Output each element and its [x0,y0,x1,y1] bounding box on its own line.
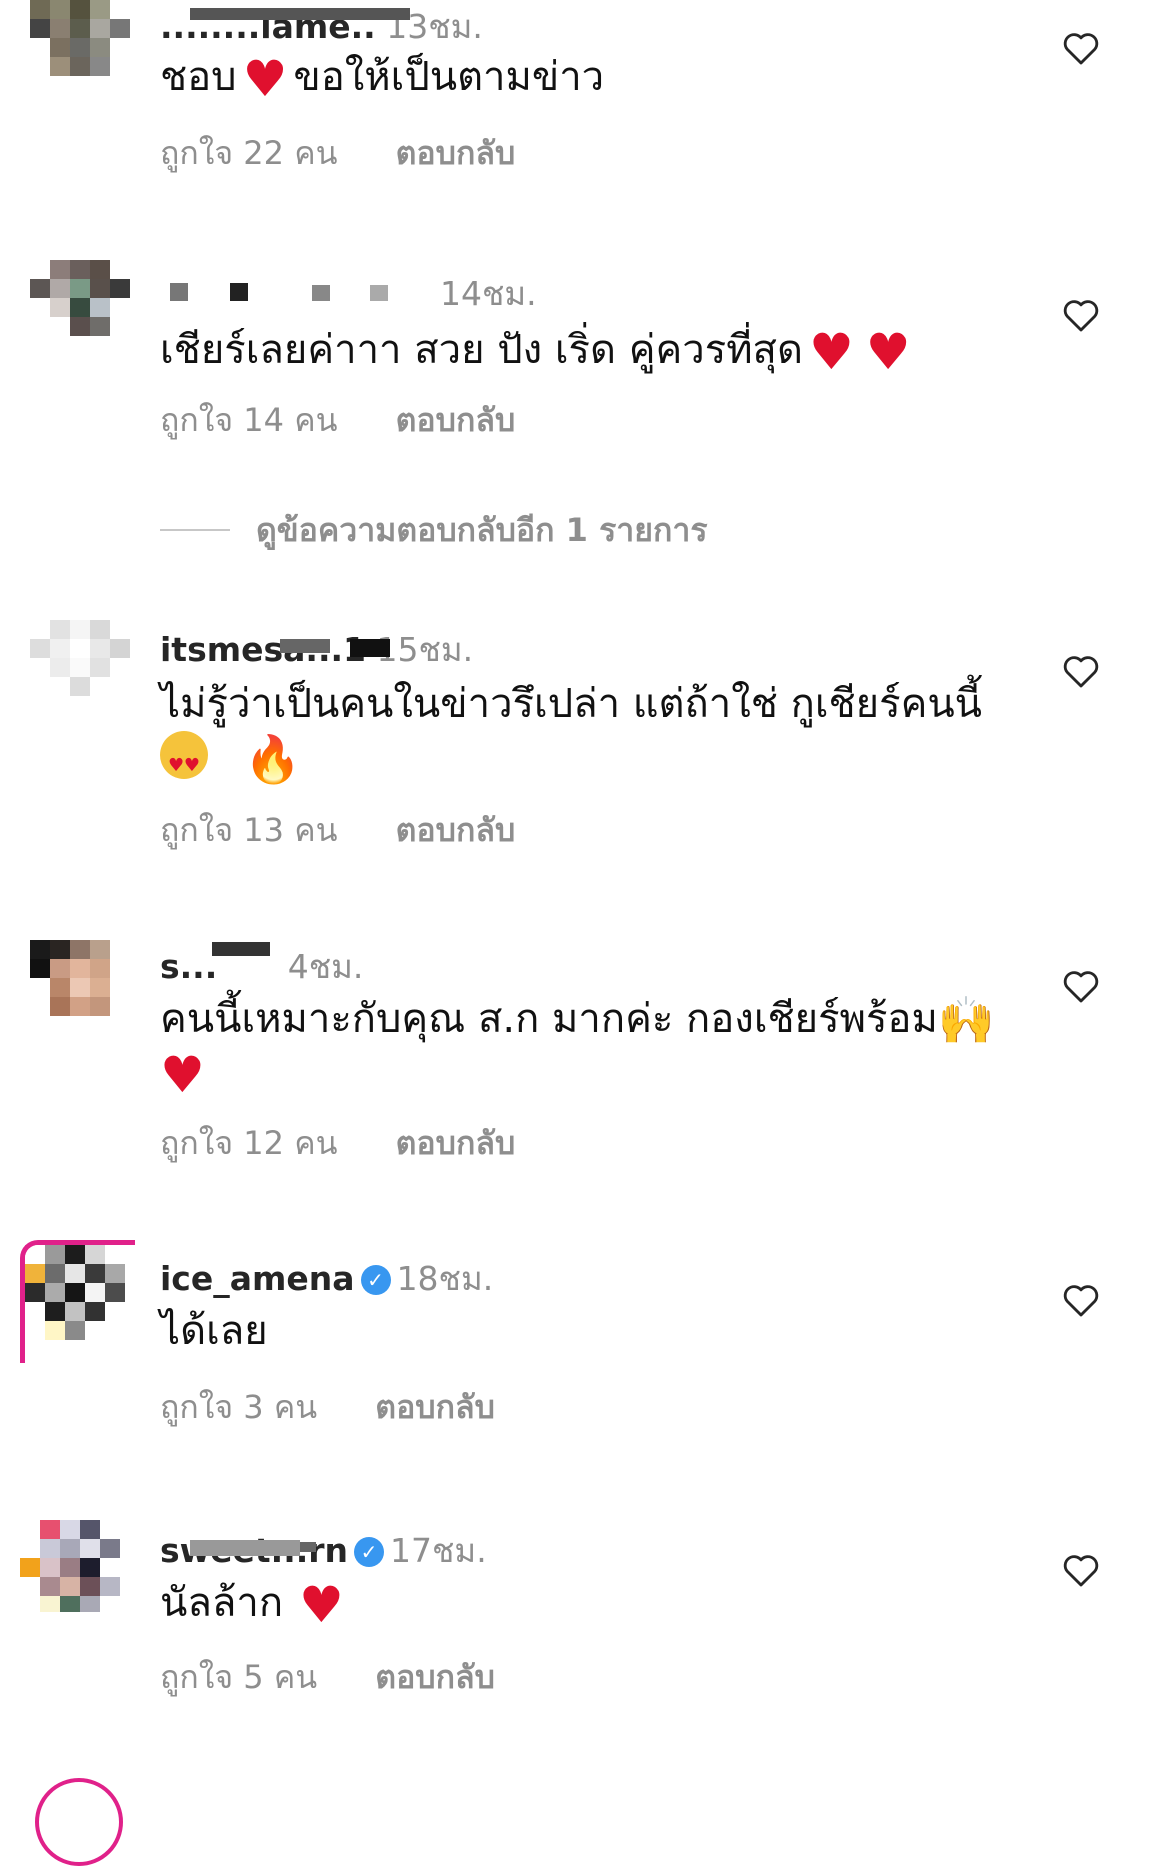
avatar[interactable] [20,1240,135,1363]
username[interactable]: ice_amena [160,1259,355,1298]
comment-text: ชอบ ♥ ขอให้เป็นตามข่าว [160,50,605,108]
comment-meta: ถูกใจ 13 คน ตอบกลับ [160,805,515,856]
redaction-block [300,1542,316,1552]
comment-text: คนนี้เหมาะกับคุณ ส.ก มากค่ะ กองเชียร์พร้… [160,993,996,1047]
comment-meta: ถูกใจ 12 คน ตอบกลับ [160,1118,515,1169]
comment-header: ice_amena ✓ 18ชม. [160,1252,493,1305]
reply-button[interactable]: ตอบกลับ [396,401,516,439]
timestamp: 17ชม. [390,1531,487,1570]
red-heart-emoji: ♥ [808,323,854,381]
redaction-block [280,639,330,653]
avatar[interactable] [30,0,130,92]
comment-text: ไม่รู้ว่าเป็นคนในข่าวรึเปล่า แต่ถ้าใช่ ก… [160,681,983,727]
avatar[interactable] [30,620,130,712]
reply-button[interactable]: ตอบกลับ [396,134,516,172]
red-heart-emoji: ♥ [299,1576,344,1634]
username[interactable]: itsmesa...1 [160,630,366,669]
fire-emoji: 🔥 [244,732,302,786]
likes-count[interactable]: ถูกใจ 3 คน [160,1388,317,1426]
avatar[interactable] [20,1520,130,1612]
red-heart-emoji: ♥ [242,50,288,108]
redaction-block [170,283,188,301]
timestamp: 4ชม. [287,947,364,986]
view-more-replies[interactable]: ดูข้อความตอบกลับอีก 1 รายการ [160,505,708,556]
heart-outline-icon[interactable] [1062,968,1100,1004]
heart-outline-icon[interactable] [1062,297,1100,333]
redaction-block [190,8,410,20]
redaction-block [212,942,270,956]
redaction-block [370,285,388,301]
likes-count[interactable]: ถูกใจ 12 คน [160,1124,337,1162]
comment-text: เชียร์เลยค่าาา สวย ปัง เริ่ด คู่ควรที่สุ… [160,323,911,381]
red-heart-emoji: ♥ [865,323,911,381]
avatar[interactable] [30,940,130,1032]
comment-meta: ถูกใจ 5 คน ตอบกลับ [160,1652,495,1703]
comment-emojis: 🔥 [160,731,302,793]
reply-button[interactable]: ตอบกลับ [375,1388,495,1426]
timestamp: 18ชม. [396,1259,494,1298]
red-heart-emoji: ♥ [160,1046,205,1104]
comment-meta: ถูกใจ 3 คน ตอบกลับ [160,1382,495,1433]
heart-outline-icon[interactable] [1062,1282,1100,1318]
timestamp: 15ชม. [376,630,474,669]
likes-count[interactable]: ถูกใจ 5 คน [160,1658,317,1696]
comment-header: 14ชม. [160,267,537,320]
comment-emojis: ♥ [160,1046,211,1102]
reply-button[interactable]: ตอบกลับ [396,1124,516,1162]
reply-button[interactable]: ตอบกลับ [396,811,516,849]
likes-count[interactable]: ถูกใจ 22 คน [160,134,337,172]
divider [160,529,230,531]
redaction-block [190,1540,300,1556]
heart-outline-icon[interactable] [1062,30,1100,66]
heart-outline-icon[interactable] [1062,1552,1100,1588]
likes-count[interactable]: ถูกใจ 13 คน [160,811,337,849]
comment-meta: ถูกใจ 14 คน ตอบกลับ [160,395,515,446]
verified-badge-icon: ✓ [360,1265,391,1295]
heart-outline-icon[interactable] [1062,653,1100,689]
avatar[interactable] [35,1778,123,1866]
comment-meta: ถูกใจ 22 คน ตอบกลับ [160,128,515,179]
redaction-block [312,285,330,301]
username[interactable]: s... [160,947,217,986]
avatar[interactable] [30,260,130,352]
raised-hands-emoji: 🙌 [937,993,996,1047]
likes-count[interactable]: ถูกใจ 14 คน [160,401,337,439]
verified-badge-icon: ✓ [354,1537,385,1567]
redaction-block [350,639,390,657]
comment-text: ได้เลย [160,1308,268,1354]
heart-eyes-emoji [160,731,208,793]
redaction-block [230,283,248,301]
comment-text: นัลล้าก ♥ [160,1576,344,1634]
timestamp: 14ชม. [440,274,537,313]
reply-button[interactable]: ตอบกลับ [375,1658,495,1696]
